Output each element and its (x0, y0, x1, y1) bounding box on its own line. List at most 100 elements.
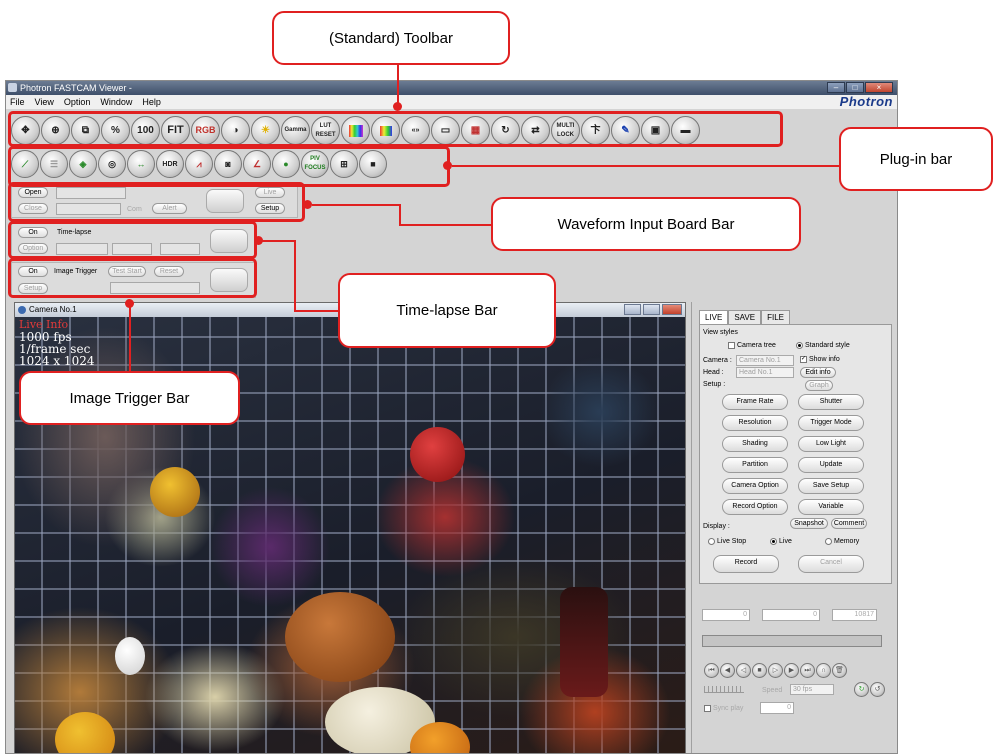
menu-view[interactable]: View (35, 95, 54, 109)
stop-icon[interactable]: ■ (752, 663, 767, 678)
fps-select-value: 30 fps (793, 686, 813, 693)
toolbar-highlight (8, 111, 783, 147)
plugin-bar-highlight (8, 146, 450, 187)
show-info-option[interactable]: ✓ Show info (800, 355, 840, 364)
camera-maximize-button[interactable] (643, 304, 660, 315)
head-select-value: Head No.1 (739, 369, 773, 376)
tab-file[interactable]: FILE (761, 310, 790, 324)
update-button[interactable]: Update (798, 457, 864, 473)
app-icon (8, 83, 17, 92)
sync-play-checkbox[interactable] (704, 704, 711, 712)
setup-label: Setup : (703, 381, 726, 388)
skip-start-icon[interactable]: ⏮ (704, 663, 719, 678)
tab-save[interactable]: SAVE (728, 310, 762, 324)
variable-button[interactable]: Variable (798, 499, 864, 515)
speed-slider[interactable] (704, 686, 744, 693)
live-stop-option[interactable]: Live Stop (708, 537, 746, 546)
standard-style-radio[interactable] (796, 341, 803, 349)
head-select[interactable]: Head No.1 (736, 367, 794, 378)
camera-tree-checkbox[interactable] (728, 341, 735, 349)
partition-button[interactable]: Partition (722, 457, 788, 473)
camera-close-button[interactable] (662, 304, 682, 315)
red-flower-shape (410, 427, 465, 482)
show-info-checkbox[interactable]: ✓ (800, 355, 807, 363)
sync-play-label: Sync play (713, 705, 744, 712)
camera-tree-option[interactable]: Camera tree (728, 341, 776, 350)
record-button[interactable]: Record (713, 555, 779, 573)
timelapse-bar-highlight (8, 221, 257, 259)
menu-window[interactable]: Window (100, 95, 132, 109)
sync-play-option[interactable]: Sync play (704, 704, 743, 713)
record-option-button[interactable]: Record Option (722, 499, 788, 515)
comment-button[interactable]: Comment (831, 518, 867, 529)
brand-logo: Photron (839, 94, 893, 109)
memory-radio[interactable] (825, 537, 832, 545)
frame-end-field[interactable]: 10817 (832, 609, 877, 621)
plugin-callout: Plug-in bar (839, 127, 993, 191)
reverse-icon[interactable]: ↺ (870, 682, 885, 697)
panel-tabs: LIVE SAVE FILE (699, 310, 790, 324)
camera-minimize-button[interactable] (624, 304, 641, 315)
standard-style-option[interactable]: Standard style (796, 341, 850, 350)
live-radio[interactable] (770, 537, 777, 545)
step-back-icon[interactable]: ◀ (720, 663, 735, 678)
title-bar: Photron FASTCAM Viewer - – □ × (6, 81, 897, 95)
tab-live[interactable]: LIVE (699, 310, 729, 324)
maximize-button[interactable]: □ (846, 82, 864, 93)
lemon-shape (55, 712, 115, 753)
step-forward-icon[interactable]: ▶ (784, 663, 799, 678)
yellow-flower-shape (150, 467, 200, 517)
control-panel: LIVE SAVE FILE View styles Camera tree S… (691, 302, 897, 753)
menu-option[interactable]: Option (64, 95, 91, 109)
waveform-connector-b (399, 204, 401, 225)
step-value: 0 (787, 704, 791, 711)
shutter-button[interactable]: Shutter (798, 394, 864, 410)
waveform-dot (303, 200, 312, 209)
resolution-readout: 1024 x 1024 (19, 354, 95, 368)
camera-option-button[interactable]: Camera Option (722, 478, 788, 494)
trigger-connector (129, 305, 131, 371)
bottle-shape (560, 587, 608, 697)
close-button[interactable]: × (865, 82, 893, 93)
minimize-button[interactable]: – (827, 82, 845, 93)
save-setup-button[interactable]: Save Setup (798, 478, 864, 494)
shading-button[interactable]: Shading (722, 436, 788, 452)
frame-start-value: 0 (743, 611, 747, 618)
delete-icon[interactable]: 🗑 (832, 663, 847, 678)
cancel-button[interactable]: Cancel (798, 555, 864, 573)
window-title: Photron FASTCAM Viewer - (20, 83, 132, 93)
trigger-dot (125, 299, 134, 308)
frame-current-field[interactable]: 0 (762, 609, 820, 621)
play-icon[interactable]: ▷ (768, 663, 783, 678)
frame-start-field[interactable]: 0 (702, 609, 750, 621)
menu-help[interactable]: Help (142, 95, 161, 109)
memory-option[interactable]: Memory (825, 537, 859, 546)
menu-file[interactable]: File (10, 95, 25, 109)
play-reverse-icon[interactable]: ◁ (736, 663, 751, 678)
skip-end-icon[interactable]: ⏭ (800, 663, 815, 678)
camera-select[interactable]: Camera No.1 (736, 355, 794, 366)
fps-select[interactable]: 30 fps (790, 684, 834, 695)
low-light-button[interactable]: Low Light (798, 436, 864, 452)
live-tab-panel: View styles Camera tree Standard style C… (699, 324, 892, 584)
frame-progress-bar[interactable] (702, 635, 882, 647)
speed-label: Speed (762, 687, 783, 694)
trigger-mode-button[interactable]: Trigger Mode (798, 415, 864, 431)
frame-rate-button[interactable]: Frame Rate (722, 394, 788, 410)
sync-icon[interactable]: ↻ (854, 682, 869, 697)
playback-controls: ⏮ ◀ ◁ ■ ▷ ▶ ⏭ ∩ 🗑 (704, 663, 847, 678)
camera-tree-label: Camera tree (737, 342, 776, 349)
timelapse-connector-a (262, 240, 295, 242)
step-field[interactable]: 0 (760, 702, 794, 714)
resolution-button[interactable]: Resolution (722, 415, 788, 431)
live-option[interactable]: Live (770, 537, 792, 546)
graph-button[interactable]: Graph (805, 380, 833, 391)
waveform-connector-c (399, 224, 491, 226)
snapshot-button[interactable]: Snapshot (790, 518, 828, 529)
waveform-callout: Waveform Input Board Bar (491, 197, 801, 251)
live-stop-label: Live Stop (717, 538, 747, 545)
show-info-label: Show info (809, 356, 840, 363)
live-stop-radio[interactable] (708, 537, 715, 545)
loop-icon[interactable]: ∩ (816, 663, 831, 678)
edit-info-button[interactable]: Edit info (800, 367, 836, 378)
